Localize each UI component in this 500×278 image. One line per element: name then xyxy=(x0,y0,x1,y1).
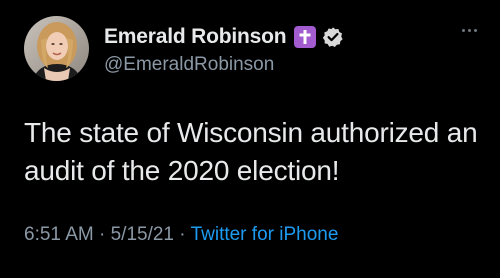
more-horizontal-icon xyxy=(461,28,465,32)
tweet-card: Emerald Robinson @EmeraldRobinson The st… xyxy=(0,0,500,278)
author-name-row: Emerald Robinson xyxy=(104,22,344,52)
more-options-button[interactable] xyxy=(456,20,482,40)
meta-separator: · xyxy=(174,224,191,245)
tweet-source-link[interactable]: Twitter for iPhone xyxy=(191,224,339,245)
verified-check-icon xyxy=(322,26,344,48)
tweet-date[interactable]: 5/15/21 xyxy=(111,224,174,245)
cross-icon xyxy=(294,26,317,48)
tweet-meta: 6:51 AM · 5/15/21 · Twitter for iPhone xyxy=(24,224,338,246)
avatar[interactable] xyxy=(24,16,89,81)
more-dot xyxy=(473,28,477,32)
display-name[interactable]: Emerald Robinson xyxy=(104,25,287,49)
tweet-text: The state of Wisconsin authorized an aud… xyxy=(24,117,478,186)
meta-separator: · xyxy=(93,224,111,245)
more-dot xyxy=(467,28,471,32)
tweet-time[interactable]: 6:51 AM xyxy=(24,224,94,245)
author-handle[interactable]: @EmeraldRobinson xyxy=(104,54,274,76)
